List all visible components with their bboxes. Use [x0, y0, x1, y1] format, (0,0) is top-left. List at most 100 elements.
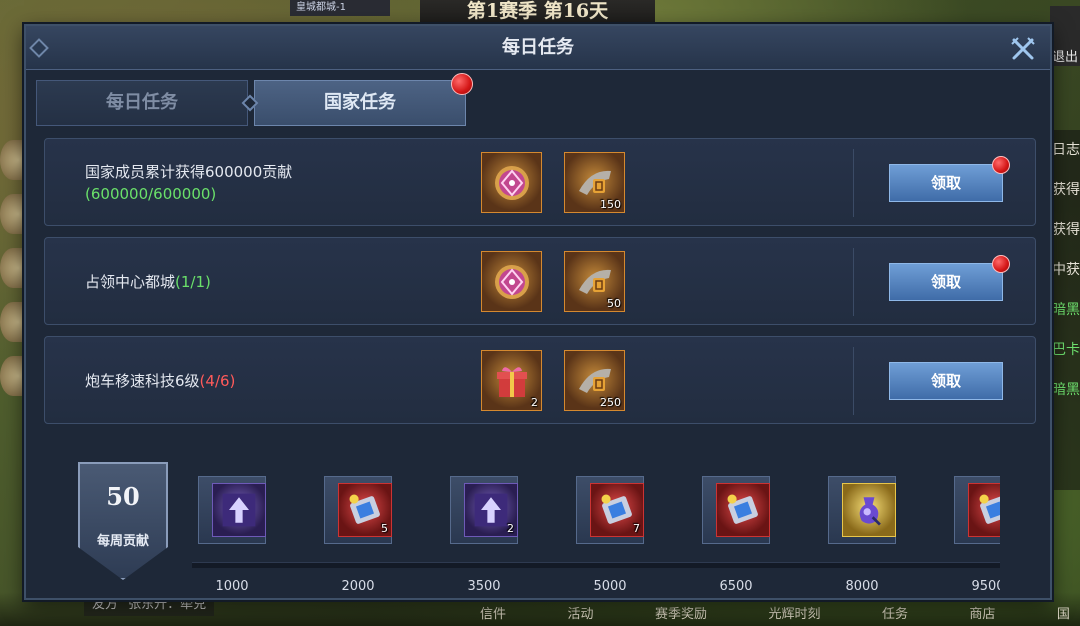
dialog-title: 每日任务 — [502, 37, 574, 58]
row-divider — [853, 347, 854, 415]
item-count: 250 — [600, 396, 621, 409]
task-rewards: 2 250 — [481, 350, 625, 411]
nav-glory-moments[interactable]: 光辉时刻 — [768, 604, 820, 626]
pink-rune-orb-icon — [488, 159, 535, 206]
task-progress: (4/6) — [199, 372, 236, 390]
blue-gem-scroll-icon — [723, 490, 763, 530]
milestone-pedestal — [702, 476, 770, 544]
row-divider — [853, 248, 854, 316]
pink-rune-orb-icon — [488, 258, 535, 305]
task-rewards: 150 — [481, 152, 625, 213]
tab-nation-tasks[interactable]: 国家任务 — [241, 73, 473, 126]
log-entry: 巴卡 — [1052, 342, 1080, 358]
milestone-reward[interactable]: 5 2000 — [318, 466, 398, 596]
reward-item-slot[interactable] — [481, 251, 542, 312]
reward-item-slot[interactable]: 2 — [464, 483, 518, 537]
task-progress: (600000/600000) — [85, 185, 217, 203]
upgrade-arrow-icon — [219, 490, 259, 530]
task-list[interactable]: 国家成员累计获得600000贡献(600000/600000) 150 领取 占领中… — [44, 138, 1036, 446]
gift-box-icon — [488, 357, 535, 404]
milestone-pedestal — [828, 476, 896, 544]
milestone-track[interactable]: 1000 5 2000 2 3500 7 5000 6500 8000 9500 — [192, 466, 1000, 596]
nav-mail[interactable]: 信件 — [480, 604, 506, 626]
log-entry: 暗黑 — [1052, 302, 1080, 318]
claim-button[interactable]: 领取 — [889, 156, 1010, 202]
nav-season-rewards[interactable]: 赛季奖励 — [655, 604, 707, 626]
claim-button[interactable]: 领取 — [889, 255, 1010, 301]
notice-dot-icon — [992, 255, 1010, 273]
weekly-badge — [78, 462, 168, 580]
exit-button[interactable]: 退出 — [1050, 6, 1080, 66]
reward-item-slot[interactable]: 7 — [590, 483, 644, 537]
blue-gem-scroll-icon — [975, 490, 1000, 530]
avatar[interactable] — [0, 194, 26, 234]
task-row: 占领中心都城(1/1) 50 领取 — [44, 237, 1036, 325]
reward-item-slot[interactable] — [842, 483, 896, 537]
milestone-threshold: 5000 — [593, 579, 627, 594]
milestone-pedestal: 7 — [576, 476, 644, 544]
weekly-contribution-label: 每周贡献 — [96, 534, 149, 549]
task-tabs: 每日任务 国家任务 — [36, 73, 473, 126]
reward-item-slot[interactable]: 5 — [338, 483, 392, 537]
milestone-reward[interactable]: 8000 — [822, 466, 902, 596]
task-description: 国家成员累计获得600000贡献 (600000/600000) — [85, 139, 415, 227]
tab-daily-tasks[interactable]: 每日任务 — [36, 80, 248, 126]
avatar[interactable] — [0, 302, 26, 342]
avatar[interactable] — [0, 248, 26, 288]
log-entry: 获得 — [1052, 182, 1080, 198]
notice-dot-icon — [992, 156, 1010, 174]
purple-potion-icon — [849, 490, 889, 530]
nav-shop[interactable]: 商店 — [969, 604, 995, 626]
milestone-threshold: 3500 — [467, 579, 501, 594]
season-banner: 第1赛季 第16天 — [420, 0, 655, 24]
log-entry: 暗黑 — [1052, 382, 1080, 398]
tab-label: 国家任务 — [324, 92, 396, 113]
task-description: 炮车移速科技6级(4/6) — [85, 337, 415, 425]
nav-nation[interactable]: 国 — [1057, 604, 1070, 626]
milestone-reward[interactable]: 9500 — [948, 466, 1000, 596]
item-count: 5 — [381, 522, 388, 535]
blue-gem-scroll-icon — [597, 490, 637, 530]
left-avatar-strip — [0, 140, 26, 480]
task-row: 炮车移速科技6级(4/6) 2 250 领取 — [44, 336, 1036, 424]
blue-gem-scroll-icon — [345, 490, 385, 530]
item-count: 150 — [600, 198, 621, 211]
item-count: 2 — [507, 522, 514, 535]
item-count: 50 — [607, 297, 621, 310]
nav-tasks[interactable]: 任务 — [882, 604, 908, 626]
task-progress: (1/1) — [175, 273, 211, 291]
bottom-nav: 信件 活动 赛季奖励 光辉时刻 任务 商店 国 — [470, 604, 1080, 626]
item-count: 2 — [531, 396, 538, 409]
milestone-threshold: 8000 — [845, 579, 879, 594]
milestone-reward[interactable]: 6500 — [696, 466, 776, 596]
task-text: 占领中心都城 — [85, 273, 176, 291]
upgrade-arrow-icon — [471, 490, 511, 530]
dialog-header: 每日任务 — [26, 26, 1050, 70]
reward-item-slot[interactable] — [212, 483, 266, 537]
daily-tasks-dialog: 每日任务 每日任务 国家任务 国家成员累计获得600000贡献 (600000/6… — [24, 24, 1052, 600]
nav-events[interactable]: 活动 — [567, 604, 593, 626]
milestone-pedestal — [198, 476, 266, 544]
task-description: 占领中心都城(1/1) — [85, 238, 415, 326]
log-entry: 日志 — [1052, 142, 1080, 158]
milestone-reward[interactable]: 1000 — [192, 466, 272, 596]
reward-item-slot[interactable]: 50 — [564, 251, 625, 312]
event-log-strip[interactable]: 日志 获得 获得 中获 暗黑 巴卡 暗黑 — [1050, 130, 1080, 490]
reward-item-slot[interactable]: 250 — [564, 350, 625, 411]
task-text: 炮车移速科技6级 — [85, 372, 200, 390]
milestone-pedestal: 5 — [324, 476, 392, 544]
task-text: 国家成员累计获得600000贡献 — [85, 163, 293, 181]
claim-button[interactable]: 领取 — [889, 362, 1003, 400]
milestone-reward[interactable]: 7 5000 — [570, 466, 650, 596]
milestone-threshold: 6500 — [719, 579, 753, 594]
reward-item-slot[interactable]: 150 — [564, 152, 625, 213]
avatar[interactable] — [0, 356, 26, 396]
close-icon[interactable] — [1008, 34, 1038, 64]
avatar[interactable] — [0, 140, 26, 180]
reward-item-slot[interactable] — [716, 483, 770, 537]
milestone-reward[interactable]: 2 3500 — [444, 466, 524, 596]
reward-item-slot[interactable] — [968, 483, 1000, 537]
reward-item-slot[interactable]: 2 — [481, 350, 542, 411]
reward-item-slot[interactable] — [481, 152, 542, 213]
location-label[interactable]: 皇城都城-1 — [290, 0, 390, 16]
